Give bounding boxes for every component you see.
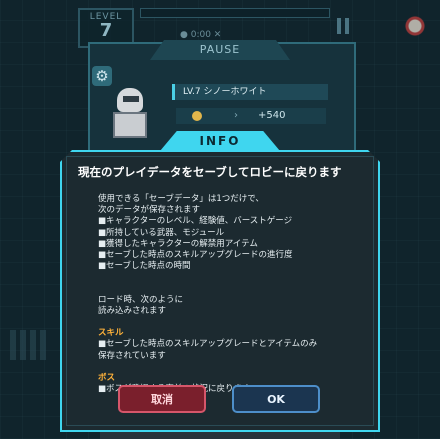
gold-gain: +540 — [258, 110, 286, 121]
skill-line: ■セーブした時点のスキルアップグレードとアイテムのみ — [98, 339, 318, 350]
body-line: ■獲得したキャラクターの解禁用アイテム — [98, 238, 258, 249]
character-name: LV.7 シノーホワイト — [172, 84, 328, 100]
dialog-body: 使用できる「セーブデータ」は1つだけで、 次のデータが保存されます ■キャラクタ… — [98, 194, 368, 395]
terrain-sprite — [10, 330, 50, 360]
hud-stats: ● 0:00 ✕ — [180, 30, 222, 40]
xp-bar — [140, 8, 330, 18]
coin-icon — [192, 111, 202, 121]
body-line: ■所持している武器、モジュール — [98, 227, 225, 238]
body-line: 次のデータが保存されます — [98, 205, 201, 216]
arrow-icon: › — [234, 110, 238, 121]
pause-title: PAUSE — [150, 40, 290, 60]
load-line: 読み込みされます — [98, 305, 167, 316]
enemy-sprite — [398, 10, 432, 50]
body-line: ■セーブした時点の時間 — [98, 261, 191, 272]
portrait-visor — [123, 96, 139, 102]
cancel-button[interactable]: 取消 — [118, 385, 206, 413]
body-line: 使用できる「セーブデータ」は1つだけで、 — [98, 194, 264, 204]
gold-row: › +540 — [176, 108, 326, 124]
info-dialog: 現在のプレイデータをセーブしてロビーに戻ります 使用できる「セーブデータ」は1つ… — [60, 150, 380, 432]
skill-heading: スキル — [98, 328, 124, 339]
load-line: ロード時、次のように — [98, 294, 184, 305]
level-value: 7 — [99, 20, 113, 41]
ok-button[interactable]: OK — [232, 385, 320, 413]
pause-icon[interactable] — [336, 18, 350, 34]
body-line: ■キャラクターのレベル、経験値、バーストゲージ — [98, 216, 293, 227]
boss-heading: ボス — [98, 373, 116, 383]
info-tab: INFO — [160, 131, 280, 151]
skill-line: 保存されています — [98, 350, 166, 361]
portrait-body — [113, 112, 147, 138]
character-portrait — [105, 82, 155, 142]
body-line: ■セーブした時点のスキルアップグレードの進行度 — [98, 249, 293, 260]
dialog-heading: 現在のプレイデータをセーブしてロビーに戻ります — [78, 165, 342, 179]
bottom-panel — [100, 432, 340, 439]
